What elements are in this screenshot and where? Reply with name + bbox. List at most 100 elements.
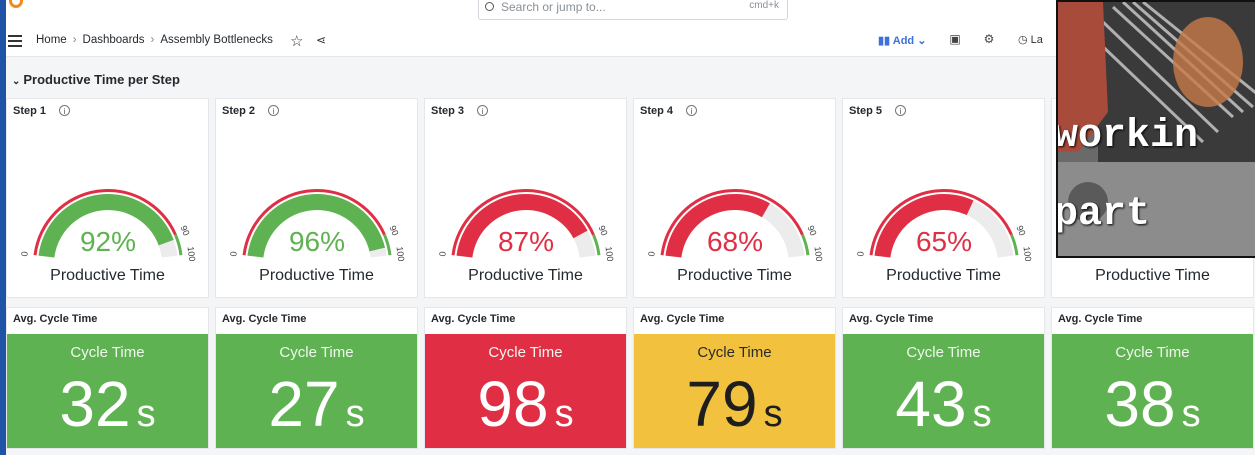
- chevron-down-icon: ⌄: [12, 76, 21, 87]
- search-input[interactable]: Search or jump to... cmd+k: [478, 0, 788, 20]
- gauge-panel[interactable]: Step 5 i 0 90 100 65% Productive Time: [842, 98, 1045, 298]
- gauge-panel[interactable]: Step 4 i 0 90 100 68% Productive Time: [633, 98, 836, 298]
- gauge-tick-label: 0: [646, 251, 657, 257]
- video-overlay: workin part: [1056, 0, 1255, 258]
- stat-title: Avg. Cycle Time: [222, 313, 307, 325]
- stat-panel[interactable]: Avg. Cycle Time Cycle Time 27 s: [215, 307, 418, 449]
- stat-title: Avg. Cycle Time: [13, 313, 98, 325]
- stat-unit: s: [972, 393, 992, 435]
- stat-value: 79 s: [634, 364, 835, 455]
- gauge-tick-label: 90: [178, 224, 191, 237]
- info-icon[interactable]: i: [59, 105, 70, 116]
- stat-label: Cycle Time: [279, 344, 354, 361]
- breadcrumb-current[interactable]: Assembly Bottlenecks: [160, 34, 273, 46]
- info-icon[interactable]: i: [268, 105, 279, 116]
- gauge-tick-label: 0: [19, 251, 30, 257]
- search-placeholder: Search or jump to...: [501, 0, 606, 14]
- grafana-logo-icon[interactable]: [9, 0, 23, 8]
- gauge-tick-label: 90: [1014, 224, 1027, 237]
- stat-background: Cycle Time 32 s: [7, 334, 208, 448]
- gauge-title: Step 2: [222, 105, 256, 117]
- gauge-label: Productive Time: [677, 267, 792, 284]
- star-icon[interactable]: ☆: [290, 32, 303, 50]
- stat-unit: s: [763, 393, 783, 435]
- stat-label: Cycle Time: [697, 344, 772, 361]
- stat-title: Avg. Cycle Time: [431, 313, 516, 325]
- gauge-tick-label: 90: [387, 224, 400, 237]
- stat-background: Cycle Time 43 s: [843, 334, 1044, 448]
- gauge-chart: 0 90 100 96%: [228, 189, 407, 262]
- add-button[interactable]: ▮▮ Add ⌄: [878, 34, 926, 47]
- stat-label: Cycle Time: [1115, 344, 1190, 361]
- info-icon[interactable]: i: [895, 105, 906, 116]
- info-icon[interactable]: i: [686, 105, 697, 116]
- gauge-panel[interactable]: Step 3 i 0 90 100 87% Productive Time: [424, 98, 627, 298]
- share-icon[interactable]: ⋖: [316, 33, 326, 47]
- row-title: Productive Time per Step: [23, 72, 180, 87]
- stat-panel[interactable]: Avg. Cycle Time Cycle Time 38 s: [1051, 307, 1254, 449]
- stat-background: Cycle Time 38 s: [1052, 334, 1253, 448]
- gauge-tick-label: 100: [395, 246, 407, 262]
- time-picker[interactable]: ◷ La: [1018, 33, 1043, 46]
- gauge-tick-label: 0: [228, 251, 239, 257]
- save-icon[interactable]: ▣: [948, 32, 962, 46]
- gauge-title: Step 1: [13, 105, 47, 117]
- gauge-tick-label: 0: [855, 251, 866, 257]
- stat-number: 43: [895, 368, 967, 440]
- gauge-label: Productive Time: [1095, 267, 1210, 284]
- gauge-tick-label: 90: [805, 224, 818, 237]
- breadcrumb-separator: ›: [150, 34, 155, 46]
- gauge-title: Step 5: [849, 105, 883, 117]
- gear-icon[interactable]: ⚙: [982, 32, 996, 46]
- stat-panel[interactable]: Avg. Cycle Time Cycle Time 43 s: [842, 307, 1045, 449]
- gauge-title: Step 3: [431, 105, 465, 117]
- stat-unit: s: [1181, 393, 1201, 435]
- gauge-tick-label: 100: [1022, 246, 1034, 262]
- gauge-panel[interactable]: Step 1 i 0 90 100 92% Productive Time: [6, 98, 209, 298]
- gauge-label: Productive Time: [259, 267, 374, 284]
- stat-title: Avg. Cycle Time: [1058, 313, 1143, 325]
- gauge-value: 68%: [707, 226, 763, 257]
- stat-number: 27: [268, 368, 340, 440]
- stat-title: Avg. Cycle Time: [849, 313, 934, 325]
- info-icon[interactable]: i: [477, 105, 488, 116]
- breadcrumb: Home › Dashboards › Assembly Bottlenecks: [36, 34, 273, 46]
- stat-number: 79: [686, 368, 758, 440]
- gauge-chart: 0 90 100 92%: [19, 189, 197, 262]
- search-shortcut: cmd+k: [749, 0, 779, 11]
- stat-number: 38: [1104, 368, 1176, 440]
- stat-panel[interactable]: Avg. Cycle Time Cycle Time 79 s: [633, 307, 836, 449]
- overlay-caption-line2: part: [1056, 192, 1151, 237]
- gauge-chart: 0 90 100 68%: [646, 189, 825, 262]
- gauge-value: 65%: [916, 226, 972, 257]
- breadcrumb-home[interactable]: Home: [36, 34, 67, 46]
- gauge-panel[interactable]: Step 2 i 0 90 100 96% Productive Time: [215, 98, 418, 298]
- gauge-title: Step 4: [640, 105, 674, 117]
- gauge-label: Productive Time: [50, 267, 165, 284]
- stat-value: 98 s: [425, 364, 626, 455]
- stat-label: Cycle Time: [488, 344, 563, 361]
- breadcrumb-dashboards[interactable]: Dashboards: [83, 34, 145, 46]
- add-panel-icon: ▮▮: [878, 35, 893, 47]
- dashboard-canvas: Search or jump to... cmd+k Home › Dashboar…: [6, 0, 1255, 455]
- stat-panel[interactable]: Avg. Cycle Time Cycle Time 98 s: [424, 307, 627, 449]
- stat-background: Cycle Time 79 s: [634, 334, 835, 448]
- stat-unit: s: [554, 393, 574, 435]
- stat-panel[interactable]: Avg. Cycle Time Cycle Time 32 s: [6, 307, 209, 449]
- clock-icon: ◷: [1018, 34, 1031, 46]
- search-icon: [485, 2, 494, 11]
- gauge-tick-label: 100: [813, 246, 825, 262]
- stat-title: Avg. Cycle Time: [640, 313, 725, 325]
- stat-label: Cycle Time: [70, 344, 145, 361]
- stat-value: 43 s: [843, 364, 1044, 455]
- row-header[interactable]: ⌄ Productive Time per Step: [12, 72, 180, 87]
- menu-icon[interactable]: [8, 35, 22, 47]
- gauge-tick-label: 100: [604, 246, 616, 262]
- chevron-down-icon: ⌄: [917, 35, 927, 47]
- breadcrumb-separator: ›: [72, 34, 77, 46]
- gauge-chart: 0 90 100 87%: [437, 189, 616, 262]
- stat-background: Cycle Time 27 s: [216, 334, 417, 448]
- stat-number: 32: [59, 368, 131, 440]
- stat-value: 27 s: [216, 364, 417, 455]
- stat-value: 38 s: [1052, 364, 1253, 455]
